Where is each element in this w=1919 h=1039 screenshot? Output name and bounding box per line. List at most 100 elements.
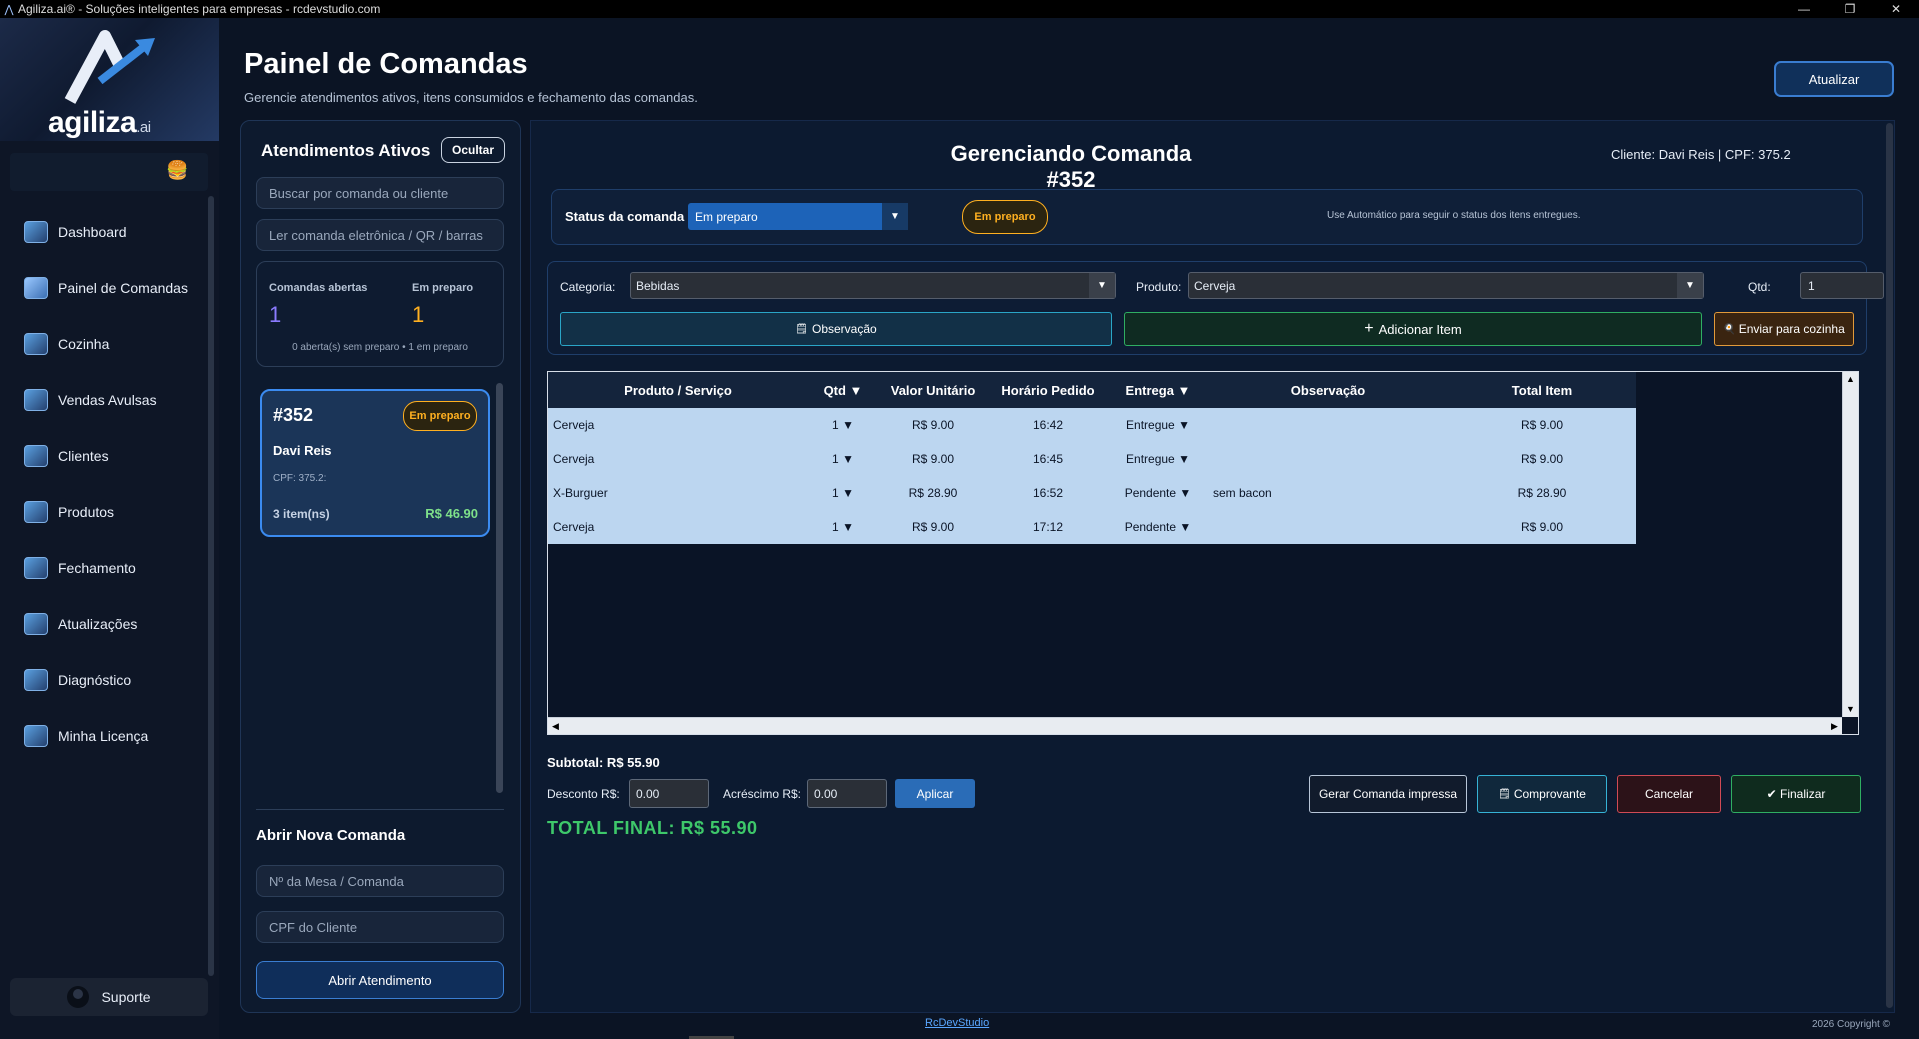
cell-hora: 16:45 [1032, 452, 1064, 466]
send-to-kitchen-button[interactable]: 🍳 Enviar para cozinha [1714, 312, 1854, 346]
cell-produto: X-Burguer [553, 486, 608, 500]
table-vertical-scrollbar[interactable]: ▲ ▼ [1842, 372, 1858, 717]
cell-unit: R$ 9.00 [911, 520, 955, 534]
burger-icon[interactable]: 🍔 [166, 160, 188, 182]
cell-unit: R$ 28.90 [908, 486, 958, 500]
chevron-down-icon: ▼ [1089, 273, 1115, 298]
product-value: Cerveja [1194, 278, 1236, 293]
table-row[interactable]: Cerveja 1 ▼ R$ 9.00 16:42 Entregue ▼ R$ … [548, 408, 1636, 442]
sidebar-item-diagnostico[interactable]: Diagnóstico [0, 652, 205, 708]
scroll-down-icon[interactable]: ▼ [1843, 702, 1858, 717]
cell-qtd[interactable]: 1 ▼ [808, 476, 878, 510]
kitchen-icon [24, 333, 48, 355]
sidebar-item-clientes[interactable]: Clientes [0, 428, 205, 484]
cell-produto: Cerveja [553, 452, 595, 466]
receipt-button[interactable]: 🗒 Comprovante [1477, 775, 1607, 813]
scan-input[interactable]: Ler comanda eletrônica / QR / barras [256, 219, 504, 251]
new-order-title: Abrir Nova Comanda [256, 827, 406, 844]
sidebar-item-label: Atualizações [58, 616, 138, 632]
col-valor-unitario[interactable]: Valor Unitário [878, 372, 988, 408]
sidebar-item-minha-licenca[interactable]: Minha Licença [0, 708, 205, 764]
col-observacao[interactable]: Observação [1208, 372, 1448, 408]
maximize-button[interactable]: ❐ [1827, 2, 1873, 16]
print-order-button[interactable]: Gerar Comanda impressa [1309, 775, 1467, 813]
cell-entrega[interactable]: Entregue ▼ [1108, 442, 1208, 476]
product-select[interactable]: Cerveja ▼ [1188, 272, 1704, 299]
order-card[interactable]: #352 Em preparo Davi Reis CPF: 375.2: 3 … [260, 389, 490, 537]
sidebar-item-fechamento[interactable]: Fechamento [0, 540, 205, 596]
minimize-button[interactable]: — [1781, 2, 1827, 16]
sidebar-scrollbar[interactable] [208, 196, 214, 976]
status-select[interactable]: Em preparo ▼ [688, 203, 908, 230]
hide-button[interactable]: Ocultar [441, 137, 505, 163]
scroll-left-icon[interactable]: ◀ [548, 718, 563, 734]
delivery-value: Pendente [1124, 486, 1177, 500]
category-select[interactable]: Bebidas ▼ [630, 272, 1116, 299]
observation-button[interactable]: 🗒 Observação [560, 312, 1112, 346]
sidebar-item-atualizacoes[interactable]: Atualizações [0, 596, 205, 652]
support-label: Suporte [101, 989, 151, 1005]
cell-qtd[interactable]: 1 ▼ [808, 408, 878, 442]
scroll-up-icon[interactable]: ▲ [1843, 372, 1858, 387]
cell-qtd[interactable]: 1 ▼ [808, 510, 878, 544]
scroll-right-icon[interactable]: ▶ [1827, 718, 1842, 734]
close-button[interactable]: ✕ [1873, 2, 1919, 16]
cell-entrega[interactable]: Pendente ▼ [1108, 510, 1208, 544]
sidebar-item-label: Fechamento [58, 560, 136, 576]
col-produto[interactable]: Produto / Serviço [548, 372, 808, 408]
chevron-down-icon: ▼ [1677, 273, 1703, 298]
client-cpf-input[interactable]: CPF do Cliente [256, 911, 504, 943]
finish-button[interactable]: ✔ Finalizar [1731, 775, 1861, 813]
table-horizontal-scrollbar[interactable]: ◀ ▶ [548, 717, 1842, 734]
table-row[interactable]: X-Burguer 1 ▼ R$ 28.90 16:52 Pendente ▼ … [548, 476, 1636, 510]
col-total-item[interactable]: Total Item [1448, 372, 1636, 408]
category-label: Categoria: [560, 280, 616, 294]
sidebar-item-cozinha[interactable]: Cozinha [0, 316, 205, 372]
delivery-value: Entregue [1126, 418, 1175, 432]
sidebar-item-label: Diagnóstico [58, 672, 132, 688]
category-value: Bebidas [636, 278, 680, 293]
qty-value: 1 [832, 486, 839, 500]
qty-input[interactable]: 1 [1800, 272, 1884, 299]
col-entrega[interactable]: Entrega ▼ [1108, 372, 1208, 408]
table-number-input[interactable]: Nº da Mesa / Comanda [256, 865, 504, 897]
cell-total: R$ 9.00 [1520, 452, 1564, 466]
table-row[interactable]: Cerveja 1 ▼ R$ 9.00 16:45 Entregue ▼ R$ … [548, 442, 1636, 476]
sidebar-item-label: Clientes [58, 448, 109, 464]
client-name: Davi Reis [273, 443, 332, 458]
search-input[interactable]: Buscar por comanda ou cliente [256, 177, 504, 209]
table-row[interactable]: Cerveja 1 ▼ R$ 9.00 17:12 Pendente ▼ R$ … [548, 510, 1636, 544]
col-horario[interactable]: Horário Pedido [988, 372, 1108, 408]
cell-total: R$ 9.00 [1520, 520, 1564, 534]
cancel-button[interactable]: Cancelar [1617, 775, 1721, 813]
license-icon [24, 725, 48, 747]
sidebar-item-painel-comandas[interactable]: Painel de Comandas [0, 260, 205, 316]
status-label: Status da comanda [565, 209, 685, 224]
add-item-button[interactable]: + Adicionar Item [1124, 312, 1702, 346]
receipt-label: Comprovante [1513, 787, 1586, 801]
discount-input[interactable]: 0.00 [629, 779, 709, 808]
footer-link[interactable]: RcDevStudio [925, 1017, 989, 1029]
sidebar-item-label: Minha Licença [58, 728, 149, 744]
open-service-button[interactable]: Abrir Atendimento [256, 961, 504, 999]
order-title: Gerenciando Comanda #352 [950, 141, 1192, 192]
window-titlebar: ⋀ Agiliza.ai® - Soluções inteligentes pa… [0, 0, 1919, 18]
plus-icon: + [1364, 320, 1374, 337]
cell-entrega[interactable]: Entregue ▼ [1108, 408, 1208, 442]
cell-obs [1208, 408, 1448, 442]
brand-logo: agiliza.ai [0, 18, 219, 141]
cell-entrega[interactable]: Pendente ▼ [1108, 476, 1208, 510]
apply-button[interactable]: Aplicar [895, 779, 975, 808]
cell-unit: R$ 9.00 [911, 452, 955, 466]
support-button[interactable]: Suporte [10, 978, 208, 1016]
delivery-value: Pendente [1124, 520, 1177, 534]
refresh-button[interactable]: Atualizar [1774, 61, 1894, 97]
sidebar-item-vendas-avulsas[interactable]: Vendas Avulsas [0, 372, 205, 428]
sidebar-item-dashboard[interactable]: Dashboard [0, 204, 205, 260]
col-qtd[interactable]: Qtd ▼ [808, 372, 878, 408]
orders-scrollbar[interactable] [496, 383, 503, 793]
sidebar-item-produtos[interactable]: Produtos [0, 484, 205, 540]
cell-qtd[interactable]: 1 ▼ [808, 442, 878, 476]
main-scrollbar[interactable] [1886, 123, 1893, 1008]
surcharge-input[interactable]: 0.00 [807, 779, 887, 808]
